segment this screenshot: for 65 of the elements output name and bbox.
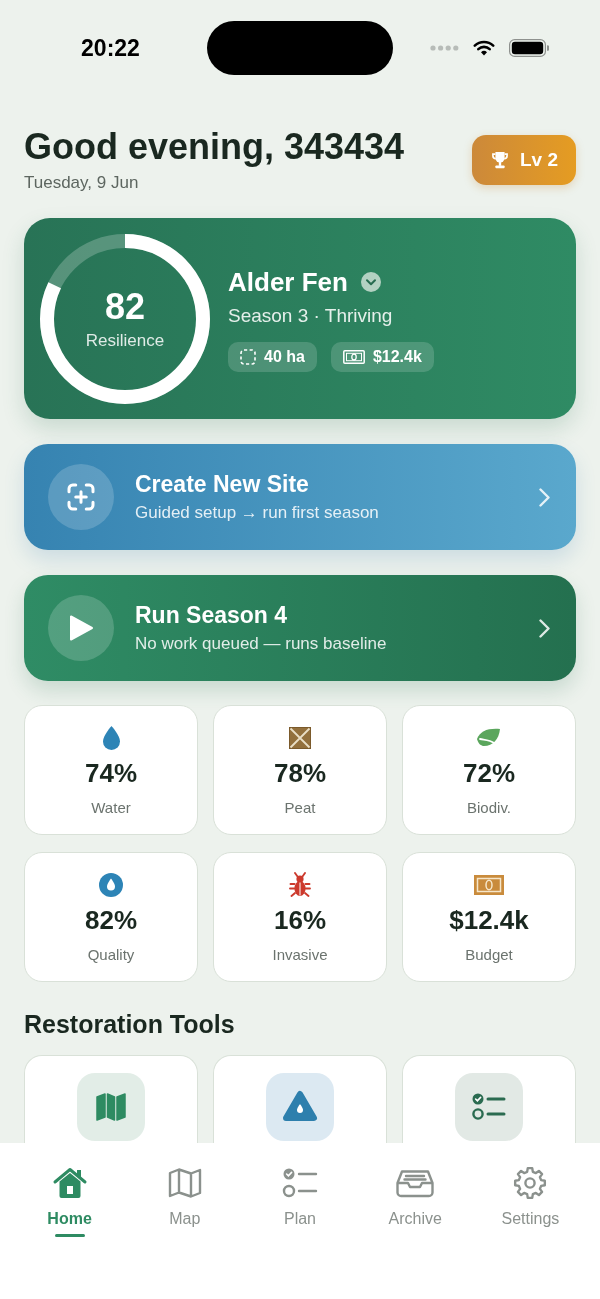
greeting-title: Good evening, 343434: [24, 126, 405, 168]
stat-value: 16%: [273, 904, 326, 936]
cellular-signal-icon: [430, 45, 459, 51]
chevron-down-icon[interactable]: [360, 271, 381, 292]
trophy-icon: [489, 150, 510, 170]
settings-icon: [512, 1165, 549, 1201]
chevron-right-icon: [539, 618, 550, 638]
section-title: Restoration Tools: [24, 1009, 236, 1039]
folded-map-icon: [77, 1073, 145, 1141]
stat-label: Water: [91, 798, 131, 818]
chip-label: $12.4k: [372, 347, 422, 366]
tool-card[interactable]: [24, 1055, 198, 1143]
triangle-drop-icon: [266, 1073, 334, 1141]
level-badge[interactable]: Lv 2: [471, 135, 576, 185]
stat-value: 72%: [462, 757, 515, 789]
action-subtitle: No work queued — runs baseline: [135, 633, 387, 655]
action-card[interactable]: Create New Site Guided setup → run first season: [24, 444, 576, 550]
water-drop-icon: [102, 726, 120, 750]
stat-label: Invasive: [272, 945, 328, 965]
action-subtitle: Guided setup → run first season: [135, 502, 379, 524]
resilience-label: Resilience: [85, 330, 165, 351]
status-time: 20:22: [81, 34, 140, 62]
resilience-score: 82: [104, 286, 145, 327]
stat-label: Peat: [284, 798, 316, 818]
nav-tab[interactable]: Home: [47, 1165, 92, 1237]
checklist-icon: [455, 1073, 523, 1141]
site-name: Alder Fen: [228, 265, 348, 298]
chevron-right-icon: [539, 487, 550, 507]
action-card[interactable]: Run Season 4 No work queued — runs baseline: [24, 575, 576, 681]
stat-card[interactable]: 72% Biodiv.: [402, 705, 576, 835]
banknote-icon: [342, 349, 365, 364]
nav-tab[interactable]: Map: [166, 1165, 203, 1237]
dashed-square-icon: [240, 348, 256, 365]
stat-card[interactable]: 74% Water: [24, 705, 198, 835]
drop-circle-icon: [99, 873, 123, 897]
stat-value: 74%: [84, 757, 137, 789]
banknote-icon: [474, 875, 504, 895]
site-card[interactable]: 82 Resilience Alder Fen Season 3 · Thriving 40 ha $12.4k: [24, 218, 576, 419]
wifi-icon: [473, 40, 495, 56]
stat-value: $12.4k: [449, 904, 529, 936]
nav-tab[interactable]: Plan: [282, 1165, 318, 1237]
chip-label: 40 ha: [264, 347, 305, 366]
stat-value: 78%: [273, 757, 326, 789]
stat-card[interactable]: 16% Invasive: [213, 852, 387, 982]
nav-tab[interactable]: Archive: [388, 1165, 442, 1237]
leaf-icon: [476, 727, 502, 749]
action-title: Create New Site: [135, 470, 309, 498]
stat-card[interactable]: 82% Quality: [24, 852, 198, 982]
battery-icon: [509, 39, 549, 57]
stat-card[interactable]: $12.4k Budget: [402, 852, 576, 982]
tool-card[interactable]: [213, 1055, 387, 1143]
nav-tab[interactable]: Settings: [501, 1165, 560, 1237]
map-icon: [166, 1165, 203, 1201]
stat-card[interactable]: 78% Peat: [213, 705, 387, 835]
action-title: Run Season 4: [135, 601, 288, 629]
bug-icon: [289, 872, 311, 898]
selected-tab-indicator: [54, 1234, 85, 1237]
stat-label: Budget: [465, 945, 513, 965]
stat-label: Quality: [87, 945, 135, 965]
stat-label: Biodiv.: [467, 798, 511, 818]
crossed-square-icon: [289, 727, 311, 749]
site-subtitle: Season 3 · Thriving: [228, 303, 393, 328]
home-icon: [51, 1165, 88, 1201]
stat-value: 82%: [84, 904, 137, 936]
date-label: Tuesday, 9 Jun: [24, 172, 139, 194]
